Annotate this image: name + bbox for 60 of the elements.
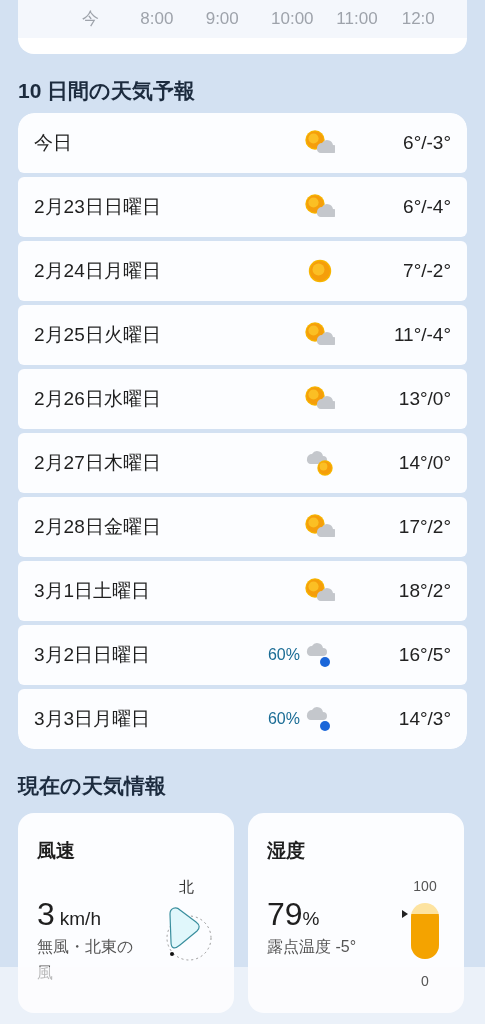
forecast-row[interactable]: 2月23日日曜日 6°/-4° <box>18 177 467 237</box>
wind-description: 無風・北東の風 <box>37 936 134 983</box>
day-label: 2月24日月曜日 <box>34 258 162 283</box>
card-title: 湿度 <box>267 839 306 863</box>
hour-label: 8:00 <box>140 8 175 31</box>
day-label: 2月25日火曜日 <box>34 322 162 347</box>
sun-cloud-icon <box>305 194 335 220</box>
temperature-range: 17°/2° <box>397 514 451 539</box>
cloud-sun-icon <box>305 449 335 477</box>
day-label: 3月3日月曜日 <box>34 706 152 731</box>
forecast-row[interactable]: 2月26日水曜日 13°/0° <box>18 369 467 429</box>
temperature-range: 11°/-4° <box>392 322 451 347</box>
day-label: 2月26日水曜日 <box>34 386 162 411</box>
temperature-range: 18°/2° <box>397 578 451 603</box>
dew-point: 露点温度 -5° <box>267 936 358 957</box>
forecast-row[interactable]: 3月2日日曜日 60% 16°/5° <box>18 625 467 685</box>
temperature-range: 16°/5° <box>397 642 451 667</box>
hour-label: 10:00 <box>271 8 315 31</box>
sun-cloud-icon <box>305 322 335 348</box>
day-label: 2月23日日曜日 <box>34 194 162 219</box>
wind-speed: 3 <box>37 894 55 934</box>
forecast-row[interactable]: 2月27日木曜日 14°/0° <box>18 433 467 493</box>
temperature-range: 14°/3° <box>397 706 451 731</box>
hour-label: 11:00 <box>336 8 379 31</box>
scale-min: 0 <box>421 971 429 991</box>
percent-unit: % <box>302 907 320 931</box>
humidity-value: 79 <box>267 894 303 934</box>
temperature-range: 6°/-4° <box>402 194 451 219</box>
temperature-range: 14°/0° <box>397 450 451 475</box>
day-label: 3月1日土曜日 <box>34 578 152 603</box>
hour-label: 今 <box>82 8 100 31</box>
precipitation-chance: 60% <box>267 710 300 727</box>
section-title: 10 日間の天気予報 <box>18 78 197 104</box>
scale-max: 100 <box>413 876 437 896</box>
sun-cloud-icon <box>305 130 335 156</box>
forecast-row[interactable]: 3月1日土曜日 18°/2° <box>18 561 467 621</box>
wind-unit: km/h <box>59 906 101 931</box>
hour-label: 9:00 <box>205 8 240 31</box>
day-label: 2月28日金曜日 <box>34 514 162 539</box>
forecast-row[interactable]: 今日 6°/-3° <box>18 113 467 173</box>
day-label: 今日 <box>34 130 73 155</box>
card-title: 風速 <box>37 839 76 863</box>
day-label: 2月27日木曜日 <box>34 450 162 475</box>
section-title: 現在の天気情報 <box>18 773 167 799</box>
forecast-row[interactable]: 2月24日月曜日 7°/-2° <box>18 241 467 301</box>
sun-icon <box>307 258 333 284</box>
precipitation-chance: 60% <box>267 646 300 663</box>
hour-label: 12:0 <box>401 8 436 31</box>
level-pointer-icon <box>402 910 408 919</box>
sun-cloud-icon <box>305 386 335 412</box>
forecast-row[interactable]: 2月28日金曜日 17°/2° <box>18 497 467 557</box>
forecast-row[interactable]: 2月25日火曜日 11°/-4° <box>18 305 467 365</box>
sun-cloud-icon <box>305 514 335 540</box>
temperature-range: 6°/-3° <box>402 130 451 155</box>
day-label: 3月2日日曜日 <box>34 642 152 667</box>
forecast-row[interactable]: 3月3日月曜日 60% 14°/3° <box>18 689 467 749</box>
sun-cloud-icon <box>305 578 335 604</box>
north-label: 北 <box>178 876 194 897</box>
temperature-range: 7°/-2° <box>402 258 451 283</box>
temperature-range: 13°/0° <box>397 386 451 411</box>
